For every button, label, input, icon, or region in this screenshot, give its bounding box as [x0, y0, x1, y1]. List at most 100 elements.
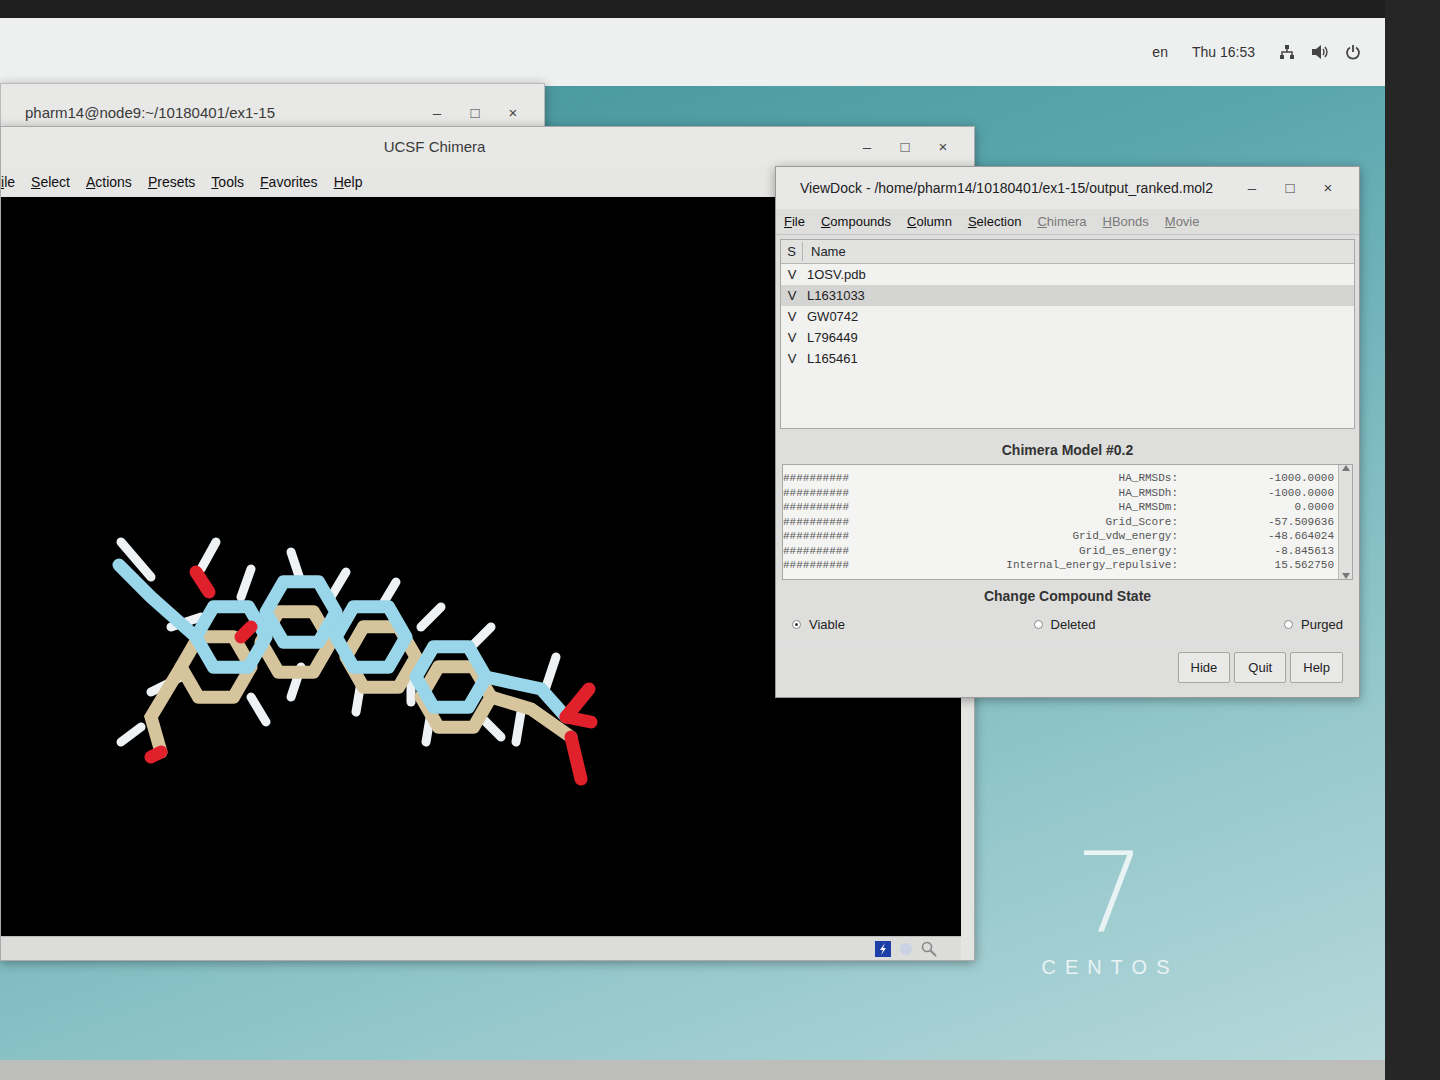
scroll-down-icon	[1342, 573, 1350, 579]
menu-item[interactable]: Select	[31, 172, 70, 193]
compound-state: V	[781, 265, 803, 285]
info-icon	[899, 942, 913, 956]
column-header[interactable]: Name	[803, 242, 846, 262]
radio-label: Viable	[809, 615, 845, 635]
compound-name: GW0742	[803, 307, 858, 327]
top-bar: en Thu 16:53	[0, 18, 1385, 86]
detail-key: Grid_vdw_energy:	[867, 529, 1178, 544]
detail-key: HA_RMSDh:	[867, 486, 1178, 501]
detail-value: -57.509636	[1178, 515, 1338, 530]
compound-row[interactable]: VL1631033	[781, 285, 1354, 306]
maximize-button[interactable]: □	[460, 102, 490, 125]
compound-name: L1631033	[803, 286, 865, 306]
menu-item[interactable]: Actions	[86, 172, 132, 193]
detail-key: HA_RMSDs:	[867, 471, 1178, 486]
state-radio-group: Viable Deleted Purged	[776, 607, 1359, 643]
detail-key: Grid_es_energy:	[867, 544, 1178, 559]
minimize-button[interactable]: –	[422, 102, 452, 125]
window-title: ViewDock - /home/pharm14/10180401/ex1-15…	[792, 178, 1237, 199]
button-row: HideQuitHelp	[776, 643, 1359, 684]
volume-icon	[1311, 44, 1329, 60]
state-group-title: Change Compound State	[776, 580, 1359, 607]
detail-title: Chimera Model #0.2	[776, 437, 1359, 464]
state-radio[interactable]: Deleted	[1034, 615, 1096, 635]
radio-button[interactable]	[792, 620, 801, 629]
detail-value: 15.562750	[1178, 558, 1338, 573]
status-icons[interactable]	[1279, 44, 1361, 60]
compound-row[interactable]: V1OSV.pdb	[781, 264, 1354, 285]
compound-list[interactable]: SNameV1OSV.pdbVL1631033VGW0742VL796449VL…	[780, 239, 1355, 429]
detail-key: Grid_Score:	[867, 515, 1178, 530]
menu-item[interactable]: Favorites	[260, 172, 318, 193]
menu-item[interactable]: Help	[334, 172, 363, 193]
compound-name: L796449	[803, 328, 858, 348]
search-icon	[921, 941, 937, 957]
detail-line: ##########HA_RMSDs:-1000.0000	[783, 471, 1338, 486]
menu-item[interactable]: Presets	[148, 172, 195, 193]
maximize-button[interactable]: □	[1275, 177, 1305, 200]
window-controls: –□ ×	[852, 136, 958, 159]
chimera-title-bar[interactable]: UCSF Chimera–□×	[1, 127, 974, 167]
help-button[interactable]: Help	[1290, 652, 1343, 684]
detail-line: ##########HA_RMSDh:-1000.0000	[783, 486, 1338, 501]
maximize-button[interactable]: □	[890, 136, 920, 159]
viewdock-window[interactable]: ViewDock - /home/pharm14/10180401/ex1-15…	[775, 166, 1360, 698]
compound-state: V	[781, 286, 803, 306]
radio-button[interactable]	[1034, 620, 1043, 629]
state-radio[interactable]: Purged	[1284, 615, 1343, 635]
detail-hash: ##########	[783, 544, 867, 559]
menu-item[interactable]: Tools	[211, 172, 244, 193]
window-controls: –□ ×	[422, 102, 528, 125]
close-button[interactable]: ×	[1313, 177, 1343, 200]
hide-button[interactable]: Hide	[1178, 652, 1231, 684]
scroll-up-icon	[1342, 465, 1350, 471]
radio-label: Purged	[1301, 615, 1343, 635]
menu-item[interactable]: ile	[1, 172, 15, 193]
state-radio[interactable]: Viable	[792, 615, 845, 635]
menu-item[interactable]: Compounds	[821, 212, 891, 232]
logo-number: 7	[1030, 838, 1190, 948]
desktop: enThu 16:53 pharm14@node9:~/10180401/ex1…	[0, 18, 1385, 1060]
close-button[interactable]: ×	[498, 102, 528, 125]
detail-hash: ##########	[783, 471, 867, 486]
language-indicator[interactable]: en	[1152, 42, 1168, 63]
detail-hash: ##########	[783, 486, 867, 501]
menu-item[interactable]: Selection	[968, 212, 1021, 232]
detail-hash: ##########	[783, 529, 867, 544]
power-icon	[1345, 44, 1361, 60]
viewdock-title-bar[interactable]: ViewDock - /home/pharm14/10180401/ex1-15…	[776, 167, 1359, 209]
menu-item: Movie	[1165, 212, 1200, 232]
detail-value: -1000.0000	[1178, 486, 1338, 501]
window-controls: –□ ×	[1237, 177, 1343, 200]
scrollbar[interactable]	[1338, 465, 1352, 579]
quit-button[interactable]: Quit	[1234, 652, 1286, 684]
detail-hash: ##########	[783, 500, 867, 515]
compound-name: L165461	[803, 349, 858, 369]
compound-row[interactable]: VGW0742	[781, 306, 1354, 327]
column-header[interactable]: S	[781, 242, 803, 262]
minimize-button[interactable]: –	[852, 136, 882, 159]
detail-value: -1000.0000	[1178, 471, 1338, 486]
menu-item[interactable]: File	[784, 212, 805, 232]
compound-row[interactable]: VL796449	[781, 327, 1354, 348]
clock[interactable]: Thu 16:53	[1192, 42, 1255, 63]
chimera-status-bar	[1, 936, 961, 960]
minimize-button[interactable]: –	[1237, 177, 1267, 200]
close-button[interactable]: ×	[928, 136, 958, 159]
radio-button[interactable]	[1284, 620, 1293, 629]
detail-lines: ##########HA_RMSDs:-1000.0000##########H…	[783, 465, 1338, 579]
detail-panel[interactable]: ##########HA_RMSDs:-1000.0000##########H…	[782, 464, 1353, 580]
detail-value: -8.845613	[1178, 544, 1338, 559]
monitor-bezel	[1385, 0, 1440, 1080]
menu-item: Chimera	[1037, 212, 1086, 232]
detail-key: Internal_energy_repulsive:	[867, 558, 1178, 573]
compound-state: V	[781, 328, 803, 348]
command-line-icon	[875, 941, 891, 957]
detail-line: ##########Grid_Score:-57.509636	[783, 515, 1338, 530]
radio-label: Deleted	[1051, 615, 1096, 635]
compound-name: 1OSV.pdb	[803, 265, 866, 285]
compound-row[interactable]: VL165461	[781, 348, 1354, 369]
detail-line: ##########HA_RMSDm:0.0000	[783, 500, 1338, 515]
menu-item[interactable]: Column	[907, 212, 952, 232]
network-icon	[1279, 44, 1295, 60]
